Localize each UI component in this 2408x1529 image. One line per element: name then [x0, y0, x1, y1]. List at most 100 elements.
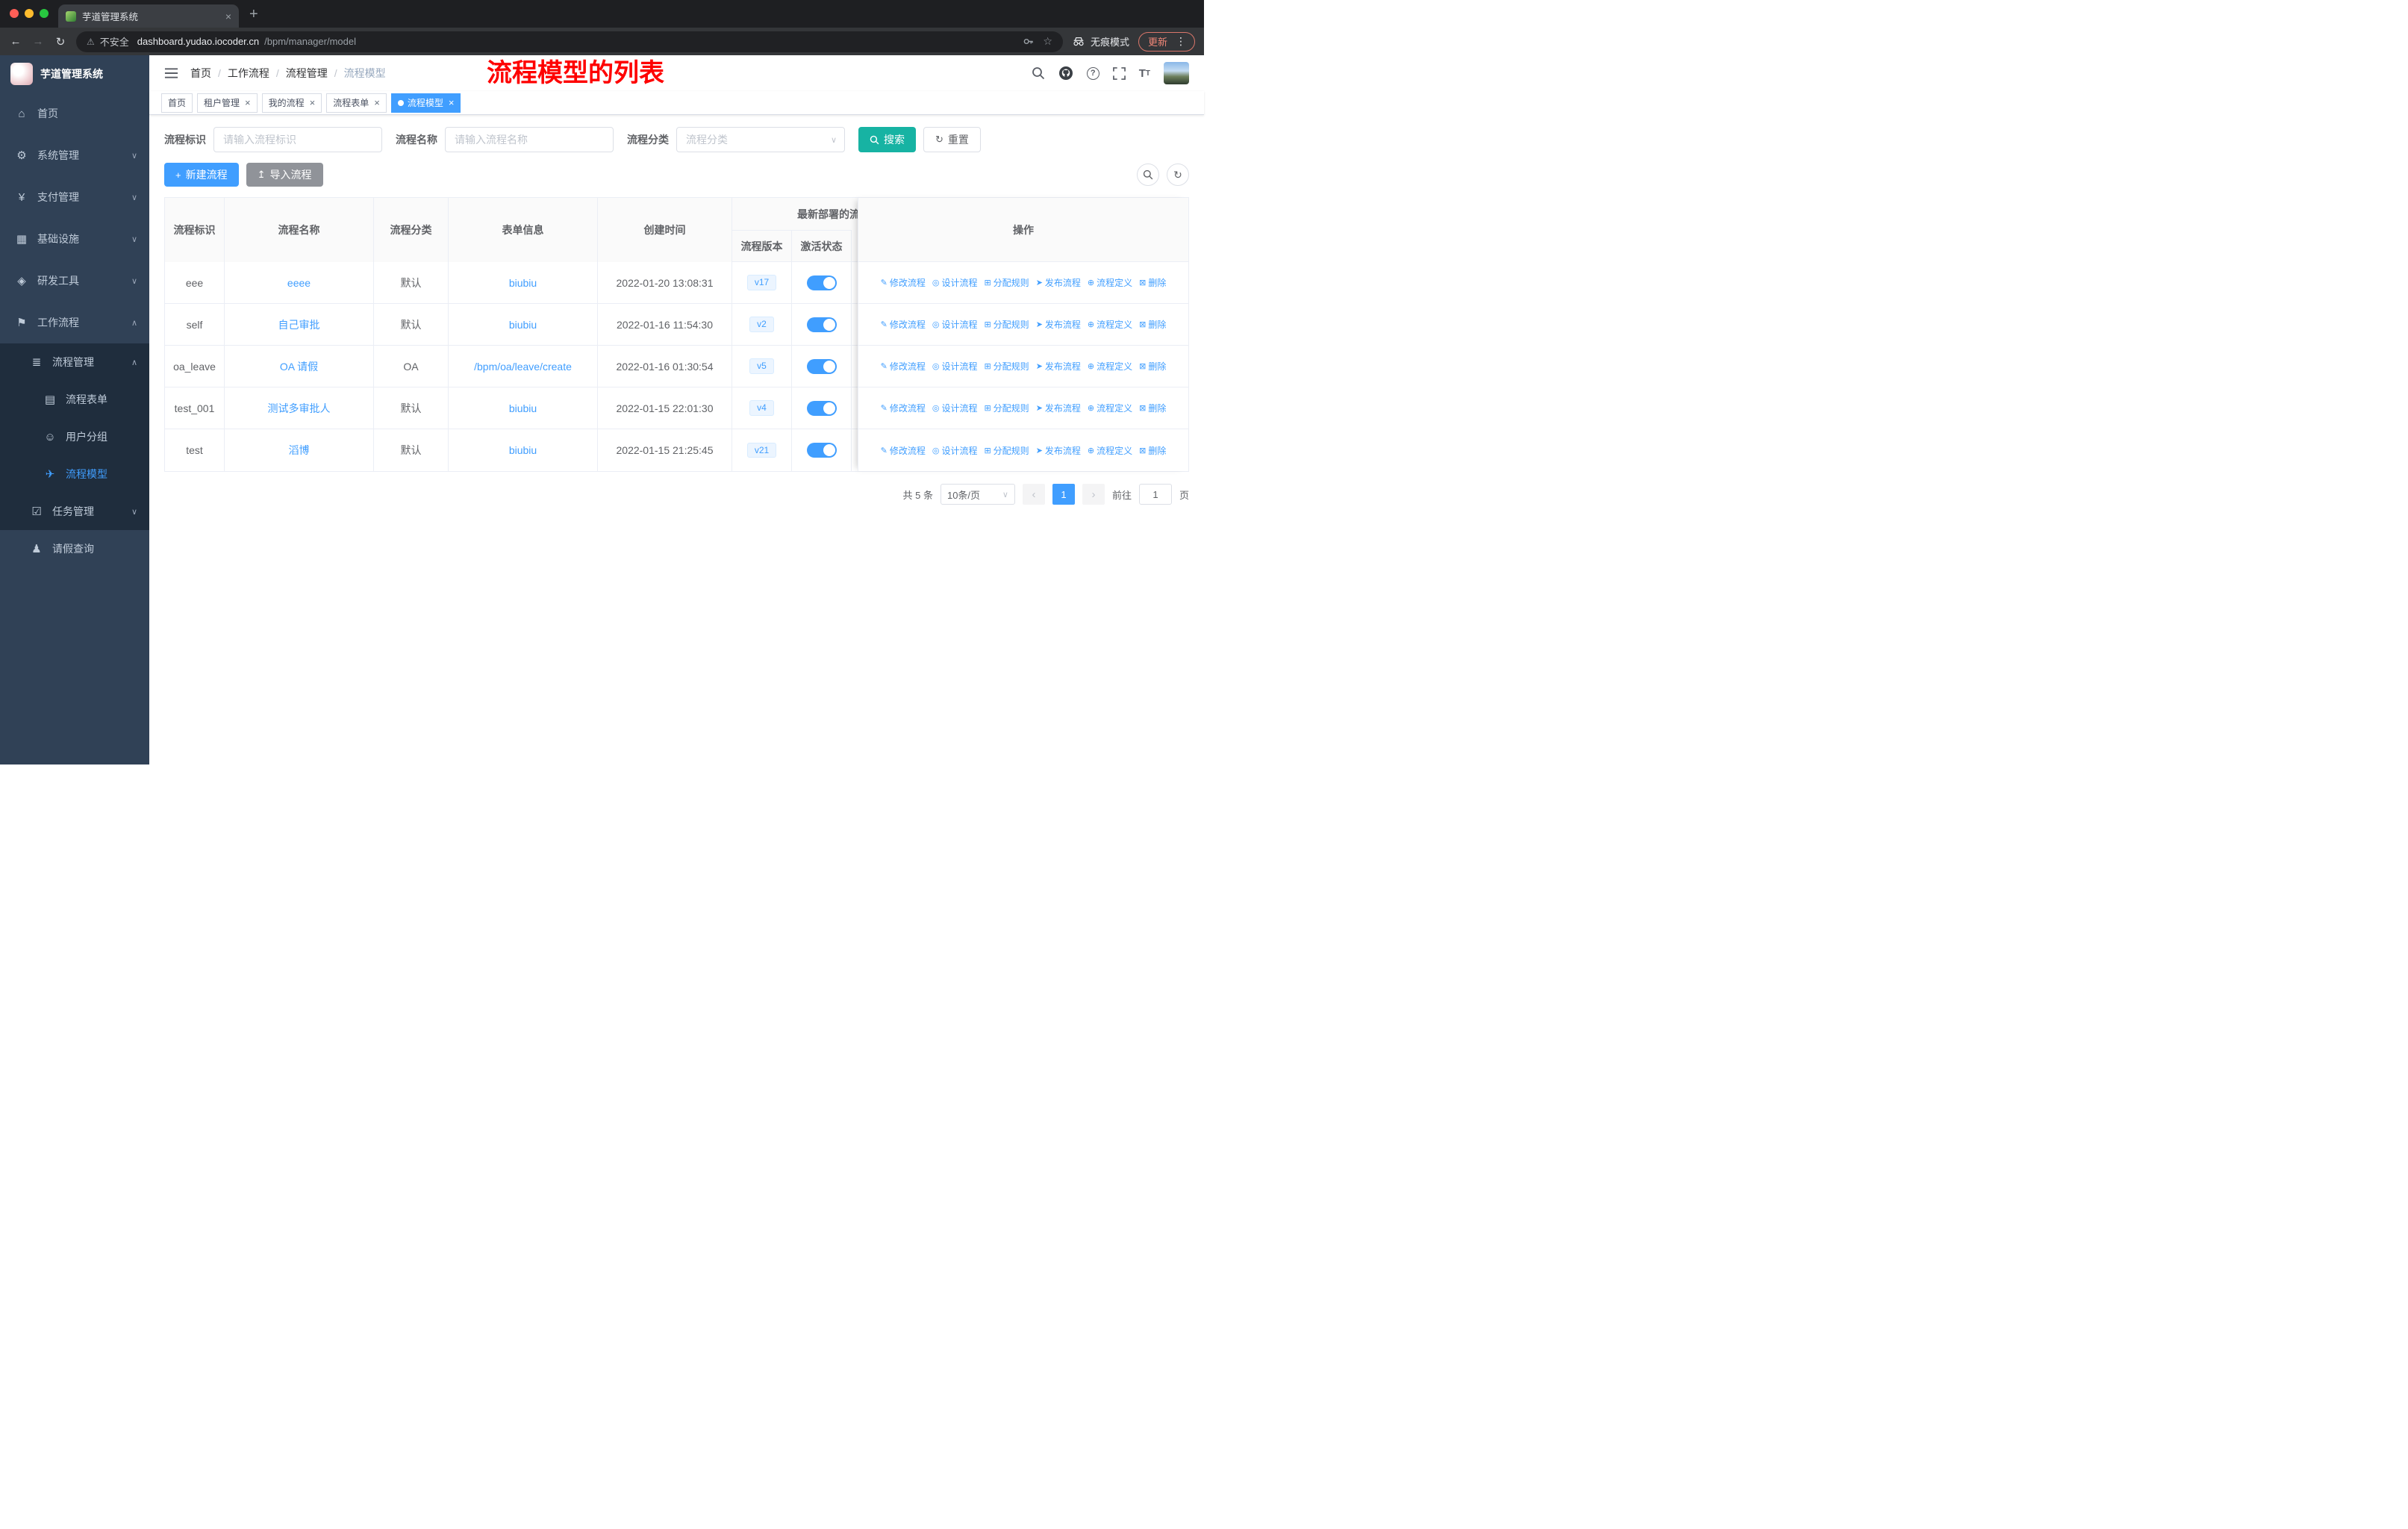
design-process-link[interactable]: ◎ 设计流程: [932, 276, 978, 289]
reload-icon[interactable]: ↻: [54, 35, 67, 49]
create-process-button[interactable]: + 新建流程: [164, 163, 239, 187]
publish-process-link[interactable]: ➤ 发布流程: [1036, 402, 1081, 414]
tag-process-model[interactable]: 流程模型 ×: [390, 93, 461, 113]
page-size-select[interactable]: 10条/页 ∨: [940, 484, 1015, 505]
browser-menu-icon[interactable]: ⋮: [1170, 35, 1191, 48]
form-info-link[interactable]: biubiu: [509, 444, 537, 456]
sidebar-toggle-icon[interactable]: [164, 67, 178, 79]
close-icon[interactable]: ×: [374, 97, 380, 108]
process-definition-link[interactable]: ⊕ 流程定义: [1088, 276, 1132, 289]
process-definition-link[interactable]: ⊕ 流程定义: [1088, 444, 1132, 457]
delete-link[interactable]: ⊠ 删除: [1139, 444, 1166, 457]
design-process-link[interactable]: ◎ 设计流程: [932, 360, 978, 373]
publish-process-link[interactable]: ➤ 发布流程: [1036, 276, 1081, 289]
sidebar-item-system[interactable]: ⚙ 系统管理 ∨: [0, 134, 149, 176]
delete-link[interactable]: ⊠ 删除: [1139, 402, 1166, 414]
security-warning-icon[interactable]: ⚠: [87, 37, 95, 47]
active-toggle[interactable]: [806, 317, 837, 332]
assign-rule-link[interactable]: ⊞ 分配规则: [984, 402, 1029, 414]
delete-link[interactable]: ⊠ 删除: [1139, 318, 1166, 331]
sidebar-item-process-form[interactable]: ▤ 流程表单: [0, 381, 149, 418]
sidebar-item-task-management[interactable]: ☑ 任务管理 ∨: [0, 493, 149, 530]
process-name-input[interactable]: [445, 127, 614, 152]
version-badge[interactable]: v17: [746, 275, 777, 290]
active-toggle[interactable]: [806, 275, 837, 290]
breadcrumb-process-management[interactable]: 流程管理: [286, 66, 328, 81]
password-key-icon[interactable]: [1023, 36, 1034, 47]
process-name-link[interactable]: 滔博: [289, 443, 310, 458]
page-1-button[interactable]: 1: [1052, 484, 1075, 505]
fullscreen-icon[interactable]: [1112, 66, 1126, 80]
update-pill[interactable]: 更新 ⋮: [1138, 31, 1195, 52]
reset-button[interactable]: ↻ 重置: [923, 127, 981, 152]
modify-process-link[interactable]: ✎ 修改流程: [881, 444, 926, 457]
breadcrumb-home[interactable]: 首页: [190, 66, 211, 81]
breadcrumb-workflow[interactable]: 工作流程: [228, 66, 269, 81]
sidebar-item-payment[interactable]: ¥ 支付管理 ∨: [0, 176, 149, 218]
sidebar-item-process-model[interactable]: ✈ 流程模型: [0, 455, 149, 493]
close-icon[interactable]: ×: [449, 97, 455, 108]
process-id-input[interactable]: [213, 127, 382, 152]
active-toggle[interactable]: [806, 358, 837, 374]
form-info-link[interactable]: /bpm/oa/leave/create: [474, 361, 572, 373]
assign-rule-link[interactable]: ⊞ 分配规则: [984, 318, 1029, 331]
form-info-link[interactable]: biubiu: [509, 277, 537, 289]
sidebar-item-workflow[interactable]: ⚑ 工作流程 ∧: [0, 302, 149, 343]
browser-tab[interactable]: 芋道管理系统 ×: [58, 4, 239, 28]
active-toggle[interactable]: [806, 400, 837, 416]
version-badge[interactable]: v5: [749, 358, 774, 374]
tab-close-icon[interactable]: ×: [225, 10, 231, 22]
process-definition-link[interactable]: ⊕ 流程定义: [1088, 318, 1132, 331]
assign-rule-link[interactable]: ⊞ 分配规则: [984, 360, 1029, 373]
sidebar-item-process-management[interactable]: ≣ 流程管理 ∧: [0, 343, 149, 381]
version-badge[interactable]: v4: [749, 400, 774, 416]
form-info-link[interactable]: biubiu: [509, 402, 537, 414]
security-label[interactable]: 不安全: [100, 34, 129, 49]
version-badge[interactable]: v21: [746, 442, 777, 458]
process-name-link[interactable]: 自己审批: [278, 317, 320, 332]
forward-icon[interactable]: →: [31, 35, 45, 48]
tag-tenant-management[interactable]: 租户管理 ×: [197, 93, 258, 113]
assign-rule-link[interactable]: ⊞ 分配规则: [984, 276, 1029, 289]
publish-process-link[interactable]: ➤ 发布流程: [1036, 318, 1081, 331]
user-avatar[interactable]: [1164, 62, 1189, 84]
back-icon[interactable]: ←: [9, 35, 22, 48]
delete-link[interactable]: ⊠ 删除: [1139, 276, 1166, 289]
tag-my-process[interactable]: 我的流程 ×: [261, 93, 322, 113]
goto-page-input[interactable]: [1138, 484, 1172, 505]
help-icon[interactable]: ?: [1086, 66, 1099, 80]
process-definition-link[interactable]: ⊕ 流程定义: [1088, 402, 1132, 414]
toggle-search-button[interactable]: [1137, 164, 1159, 186]
prev-page-button[interactable]: ‹: [1022, 484, 1045, 505]
assign-rule-link[interactable]: ⊞ 分配规则: [984, 444, 1029, 457]
import-process-button[interactable]: ↥ 导入流程: [246, 163, 323, 187]
search-button[interactable]: 搜索: [858, 127, 916, 152]
design-process-link[interactable]: ◎ 设计流程: [932, 318, 978, 331]
bookmark-star-icon[interactable]: ☆: [1043, 35, 1052, 48]
delete-link[interactable]: ⊠ 删除: [1139, 360, 1166, 373]
window-zoom-button[interactable]: [40, 9, 49, 18]
github-icon[interactable]: [1058, 66, 1073, 81]
window-minimize-button[interactable]: [25, 9, 34, 18]
sidebar-item-user-group[interactable]: ☺ 用户分组: [0, 418, 149, 455]
design-process-link[interactable]: ◎ 设计流程: [932, 402, 978, 414]
update-button[interactable]: 更新: [1148, 34, 1167, 49]
process-name-link[interactable]: OA 请假: [280, 359, 318, 374]
modify-process-link[interactable]: ✎ 修改流程: [881, 318, 926, 331]
form-info-link[interactable]: biubiu: [509, 319, 537, 331]
tag-home[interactable]: 首页: [161, 93, 193, 113]
process-category-select[interactable]: 流程分类 ∨: [676, 127, 845, 152]
process-definition-link[interactable]: ⊕ 流程定义: [1088, 360, 1132, 373]
design-process-link[interactable]: ◎ 设计流程: [932, 444, 978, 457]
publish-process-link[interactable]: ➤ 发布流程: [1036, 444, 1081, 457]
close-icon[interactable]: ×: [245, 97, 251, 108]
new-tab-button[interactable]: +: [249, 6, 258, 23]
process-name-link[interactable]: eeee: [287, 277, 311, 289]
url-omnibox[interactable]: ⚠ 不安全 dashboard.yudao.iocoder.cn/bpm/man…: [76, 31, 1063, 52]
refresh-table-button[interactable]: ↻: [1167, 164, 1189, 186]
next-page-button[interactable]: ›: [1082, 484, 1105, 505]
close-icon[interactable]: ×: [310, 97, 316, 108]
sidebar-item-devtools[interactable]: ◈ 研发工具 ∨: [0, 260, 149, 302]
modify-process-link[interactable]: ✎ 修改流程: [881, 360, 926, 373]
modify-process-link[interactable]: ✎ 修改流程: [881, 402, 926, 414]
